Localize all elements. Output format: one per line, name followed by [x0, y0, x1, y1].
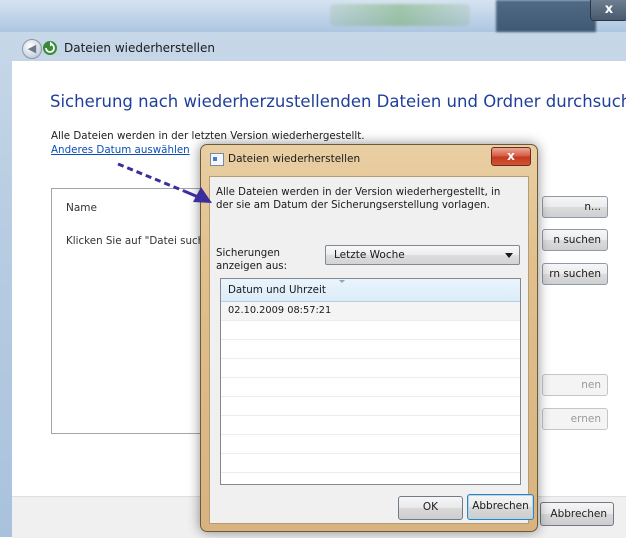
chevron-down-icon [505, 253, 513, 258]
remove-button[interactable]: nen [542, 374, 608, 396]
dialog-title: Dateien wiederherstellen [228, 153, 361, 165]
sort-indicator-icon [339, 280, 345, 283]
select-value: Letzte Woche [334, 249, 405, 261]
window-icon [210, 153, 224, 166]
column-header-label: Datum und Uhrzeit [228, 284, 326, 296]
info-text: Alle Dateien werden in der letzten Versi… [51, 130, 365, 142]
blurred-background-region [330, 4, 470, 26]
restore-dialog: Dateien wiederherstellen x Alle Dateien … [200, 144, 538, 532]
search-folders-button[interactable]: rn suchen [542, 263, 608, 285]
table-row[interactable] [221, 340, 520, 359]
blurred-background-region [496, 0, 596, 32]
column-header-name[interactable]: Name [66, 202, 97, 214]
dialog-titlebar: Dateien wiederherstellen x [201, 145, 537, 173]
choose-other-date-link[interactable]: Anderes Datum auswählen [51, 144, 190, 156]
table-row[interactable] [221, 378, 520, 397]
main-close-button[interactable]: x [590, 0, 626, 21]
restore-files-icon [43, 41, 57, 55]
table-row[interactable] [221, 321, 520, 340]
dialog-close-button[interactable]: x [491, 147, 531, 166]
table-row[interactable] [221, 359, 520, 378]
backups-from-label: Sicherungen anzeigen aus: [216, 248, 288, 272]
main-titlebar: x [0, 0, 626, 32]
list-hint-text: Klicken Sie auf "Datei such [66, 235, 205, 247]
table-row[interactable] [221, 416, 520, 435]
table-row[interactable]: 02.10.2009 08:57:21 [221, 302, 520, 321]
backups-table[interactable]: Datum und Uhrzeit 02.10.2009 08:57:21 [220, 278, 521, 485]
dialog-body: Alle Dateien werden in der Version wiede… [209, 176, 534, 524]
table-row[interactable] [221, 435, 520, 454]
main-cancel-button[interactable]: Abbrechen [540, 502, 614, 526]
main-window-title: Dateien wiederherstellen [64, 41, 215, 55]
dialog-info-text: Alle Dateien werden in der Version wiede… [216, 187, 501, 211]
file-list[interactable]: Name Klicken Sie auf "Datei such [51, 188, 213, 434]
search-files-button[interactable]: n suchen [542, 229, 608, 251]
table-row[interactable] [221, 397, 520, 416]
column-header-date-time[interactable]: Datum und Uhrzeit [221, 279, 520, 302]
browse-button[interactable]: n... [542, 196, 608, 218]
page-heading: Sicherung nach wiederherzustellenden Dat… [50, 92, 626, 111]
back-arrow-icon[interactable]: ◀ [22, 39, 42, 59]
dialog-cancel-button[interactable]: Abbrechen [467, 494, 534, 520]
table-row[interactable] [221, 454, 520, 473]
backups-period-select[interactable]: Letzte Woche [325, 245, 520, 265]
ok-button[interactable]: OK [398, 496, 463, 520]
remove-all-button[interactable]: ernen [542, 408, 608, 430]
